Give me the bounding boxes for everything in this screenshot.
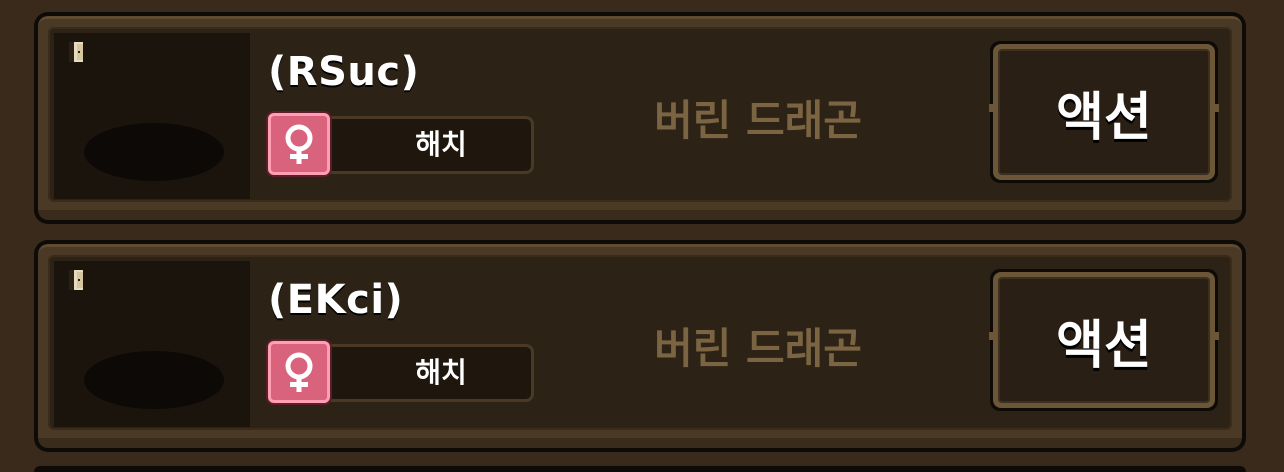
status-pill: 해치 [300, 116, 534, 174]
card-frame: (EKci) 해치 버린 드래곤 액션 [38, 244, 1242, 448]
card-frame: (RSuc) 해치 버린 드래곤 액션 [38, 16, 1242, 220]
frame-notch [1211, 104, 1219, 112]
dragon-card[interactable]: (EKci) 해치 버린 드래곤 액션 [34, 240, 1246, 452]
action-button-face: 액션 [998, 49, 1210, 175]
action-button[interactable]: 액션 [989, 41, 1219, 183]
dragon-list: (RSuc) 해치 버린 드래곤 액션 (EKci) 해치 버린 드래곤 액션 [0, 0, 1284, 472]
action-button-frame: 액션 [989, 44, 1219, 180]
frame-notch [989, 104, 997, 112]
door-icon [69, 42, 83, 62]
card-panel: (EKci) 해치 버린 드래곤 액션 [48, 255, 1232, 430]
status-pill: 해치 [300, 344, 534, 402]
dragon-type: 버린 드래곤 [654, 324, 862, 373]
female-symbol-icon [268, 113, 330, 175]
dragon-shadow [84, 123, 224, 181]
status-label: 해치 [415, 128, 467, 161]
action-button-frame: 액션 [989, 272, 1219, 408]
dragon-portrait[interactable] [54, 33, 250, 199]
status-label: 해치 [415, 356, 467, 389]
action-button[interactable]: 액션 [989, 269, 1219, 411]
card-panel: (RSuc) 해치 버린 드래곤 액션 [48, 27, 1232, 202]
dragon-shadow [84, 351, 224, 409]
action-button-label: 액션 [1056, 87, 1152, 148]
frame-notch [1211, 332, 1219, 340]
dragon-portrait[interactable] [54, 261, 250, 427]
dragon-name: (EKci) [268, 277, 404, 323]
dragon-name: (RSuc) [268, 49, 420, 95]
action-button-label: 액션 [1056, 315, 1152, 376]
next-card-edge [34, 466, 1246, 472]
female-symbol-icon [268, 341, 330, 403]
frame-notch [989, 332, 997, 340]
door-icon [69, 270, 83, 290]
dragon-card[interactable]: (RSuc) 해치 버린 드래곤 액션 [34, 12, 1246, 224]
dragon-type: 버린 드래곤 [654, 96, 862, 145]
action-button-face: 액션 [998, 277, 1210, 403]
